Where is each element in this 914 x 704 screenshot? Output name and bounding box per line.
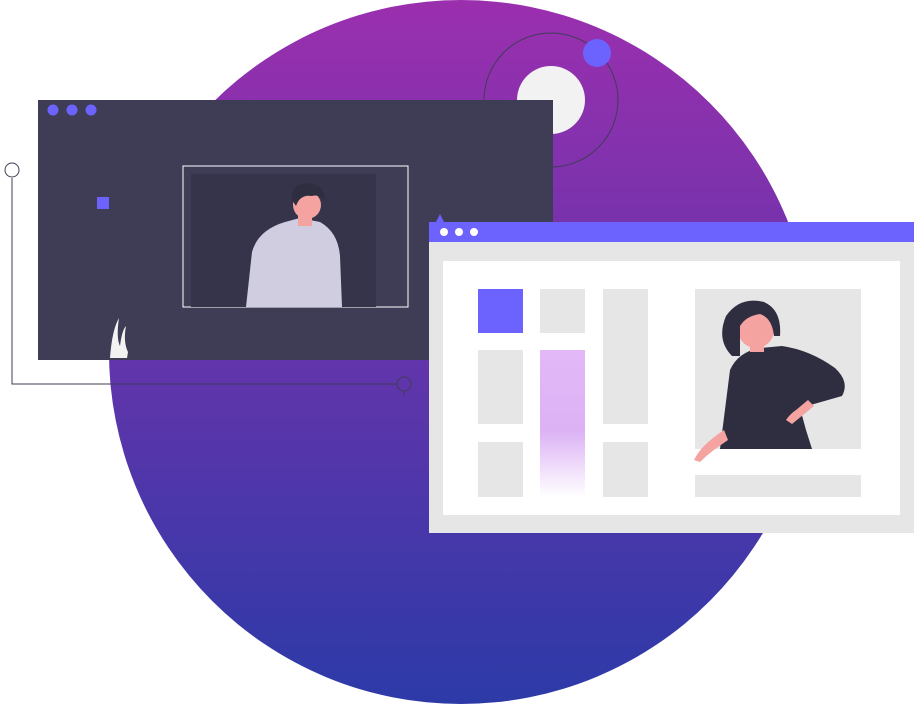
placeholder-block xyxy=(478,442,523,497)
window-dots-icon xyxy=(47,104,97,116)
placeholder-block xyxy=(603,442,648,497)
accent-tile xyxy=(478,289,523,333)
placeholder-block xyxy=(603,289,648,424)
placeholder-block xyxy=(478,350,523,424)
gradient-bar xyxy=(540,350,585,497)
accent-square xyxy=(97,197,109,209)
light-window xyxy=(429,214,914,533)
window-dots-icon xyxy=(440,228,478,236)
video-frame xyxy=(182,165,409,308)
illustration-canvas xyxy=(4,0,914,704)
caption-bar xyxy=(695,475,861,497)
placeholder-block xyxy=(540,289,585,333)
